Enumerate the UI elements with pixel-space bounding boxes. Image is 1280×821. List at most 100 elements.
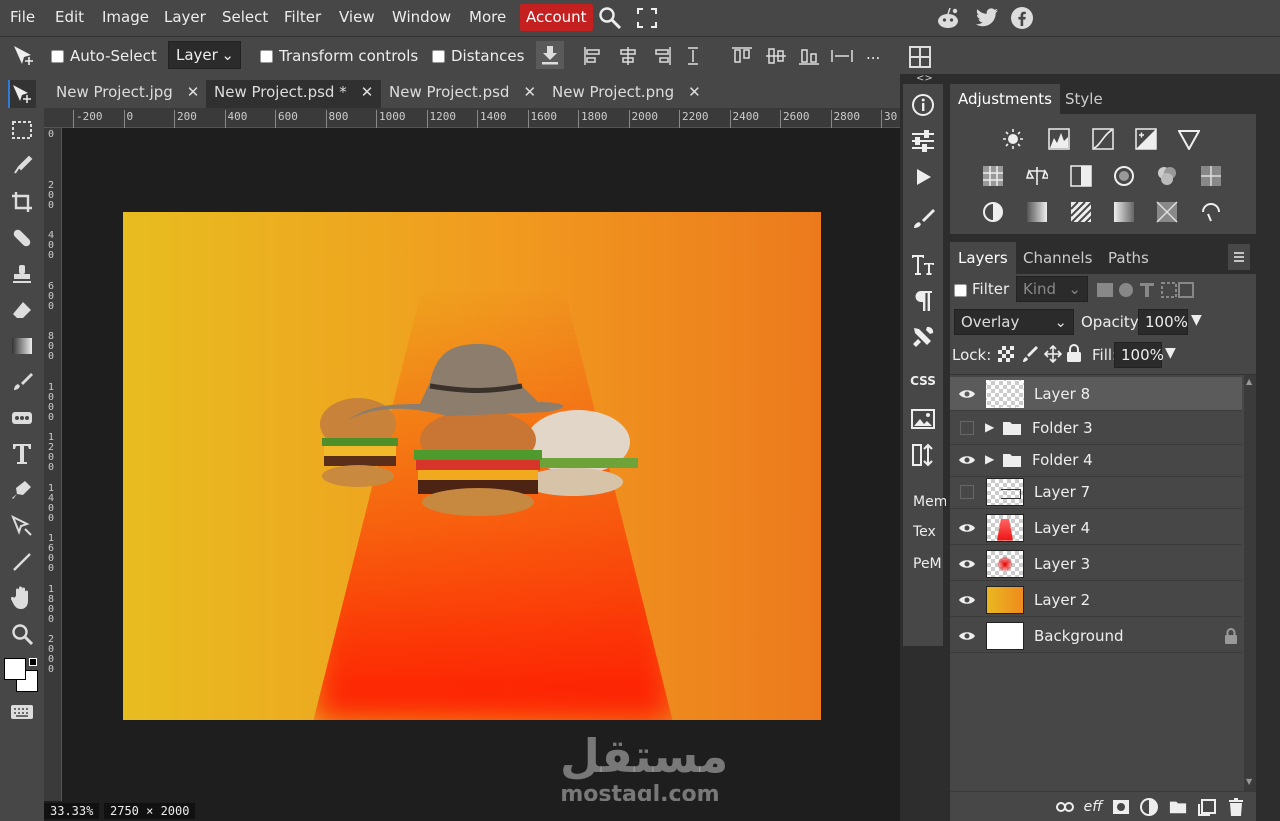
layer-row-folder-3[interactable]: ▶ Folder 3 bbox=[950, 411, 1242, 445]
account-button[interactable]: Account bbox=[520, 4, 593, 31]
align-right-icon[interactable] bbox=[652, 46, 672, 70]
threshold-icon[interactable] bbox=[1070, 201, 1092, 223]
channel-mixer-icon[interactable] bbox=[1156, 165, 1178, 187]
menu-window[interactable]: Window bbox=[392, 8, 451, 26]
color-lookup-icon[interactable] bbox=[1200, 165, 1222, 187]
lasso-tool[interactable] bbox=[8, 152, 36, 180]
gradient-map-icon[interactable] bbox=[1113, 201, 1135, 223]
menu-edit[interactable]: Edit bbox=[55, 8, 84, 26]
filter-checkbox[interactable] bbox=[954, 284, 967, 297]
reddit-icon[interactable] bbox=[936, 7, 960, 33]
tab-layers[interactable]: Layers bbox=[950, 242, 1016, 274]
vibrance-icon[interactable] bbox=[1178, 128, 1200, 150]
marquee-tool[interactable] bbox=[8, 116, 36, 144]
layer-row-layer-8[interactable]: Layer 8 bbox=[950, 377, 1242, 411]
kind-select[interactable]: Kind ⌄ bbox=[1016, 276, 1088, 302]
layer-row-layer-4[interactable]: Layer 4 bbox=[950, 511, 1242, 545]
eye-icon[interactable] bbox=[958, 519, 976, 537]
search-icon[interactable] bbox=[598, 6, 622, 34]
visibility-toggle[interactable] bbox=[960, 484, 974, 499]
tab-paths[interactable]: Paths bbox=[1108, 249, 1149, 267]
layer-select[interactable]: Layer ⌄ bbox=[168, 41, 241, 69]
brush-tool[interactable] bbox=[8, 368, 36, 396]
pem-panel-button[interactable]: PeM bbox=[913, 556, 942, 572]
info-icon[interactable] bbox=[903, 90, 943, 120]
invert-icon[interactable] bbox=[982, 201, 1004, 223]
text-panel-button[interactable]: Tex bbox=[913, 524, 936, 540]
levels-icon[interactable] bbox=[1048, 128, 1070, 150]
exposure-icon[interactable] bbox=[1135, 128, 1157, 150]
close-icon[interactable]: ✕ bbox=[187, 83, 200, 101]
paragraph-icon[interactable] bbox=[903, 286, 943, 316]
gradient-tool[interactable] bbox=[8, 332, 36, 360]
distribute-horizontal-icon[interactable] bbox=[686, 46, 700, 70]
pen-tool[interactable] bbox=[8, 476, 36, 504]
lock-all-icon[interactable] bbox=[1066, 344, 1082, 366]
css-panel-button[interactable]: CSS bbox=[903, 366, 943, 396]
filter-type-icons[interactable] bbox=[1096, 280, 1194, 304]
eraser-tool[interactable] bbox=[8, 296, 36, 324]
align-top-icon[interactable] bbox=[731, 46, 753, 70]
facebook-icon[interactable] bbox=[1010, 6, 1034, 34]
crop-tool[interactable] bbox=[8, 188, 36, 216]
layer-row-layer-2[interactable]: Layer 2 bbox=[950, 583, 1242, 617]
auto-select-checkbox[interactable] bbox=[51, 49, 64, 63]
stamp-tool[interactable] bbox=[8, 260, 36, 288]
photo-filter-icon[interactable] bbox=[1113, 165, 1135, 187]
fullscreen-icon[interactable] bbox=[637, 8, 657, 32]
tab-channels[interactable]: Channels bbox=[1023, 249, 1092, 267]
keyboard-icon[interactable] bbox=[8, 698, 36, 726]
adjustments-sliders-icon[interactable] bbox=[903, 126, 943, 156]
curves-icon[interactable] bbox=[1092, 128, 1114, 150]
twitter-icon[interactable] bbox=[975, 8, 999, 32]
clone-pattern-tool[interactable] bbox=[8, 404, 36, 432]
tab-new-project-psd[interactable]: New Project.psd ✕ bbox=[381, 80, 544, 108]
expand-triangle-icon[interactable]: ▶ bbox=[985, 420, 994, 434]
fill-dropdown-icon[interactable]: ▼ bbox=[1165, 345, 1176, 361]
brightness-icon[interactable] bbox=[1002, 128, 1024, 150]
delete-layer-icon[interactable] bbox=[1227, 798, 1245, 816]
align-center-icon[interactable] bbox=[618, 46, 638, 70]
link-layers-icon[interactable] bbox=[1056, 798, 1074, 816]
tools-wrench-icon[interactable] bbox=[903, 322, 943, 352]
menu-view[interactable]: View bbox=[339, 8, 375, 26]
adjustment-layer-icon[interactable] bbox=[1140, 798, 1158, 816]
foreground-color-swatch[interactable] bbox=[4, 658, 26, 680]
tab-new-project-jpg[interactable]: New Project.jpg ✕ bbox=[48, 80, 207, 108]
tab-adjustments[interactable]: Adjustments bbox=[950, 84, 1060, 114]
layer-effects-icon[interactable]: eff bbox=[1084, 798, 1103, 816]
lock-position-icon[interactable] bbox=[1043, 344, 1063, 367]
healing-brush-tool[interactable] bbox=[8, 224, 36, 252]
distances-option[interactable]: Distances bbox=[432, 47, 524, 65]
hand-tool[interactable] bbox=[8, 584, 36, 612]
opacity-input[interactable]: 100% bbox=[1138, 309, 1188, 335]
opacity-dropdown-icon[interactable]: ▼ bbox=[1191, 312, 1202, 328]
close-icon[interactable]: ✕ bbox=[361, 83, 374, 101]
new-folder-icon[interactable] bbox=[1169, 798, 1187, 816]
replace-color-icon[interactable] bbox=[1200, 201, 1222, 223]
transform-controls-option[interactable]: Transform controls bbox=[260, 47, 418, 65]
layer-row-background[interactable]: Background bbox=[950, 619, 1242, 653]
panel-menu-icon[interactable] bbox=[1228, 244, 1250, 270]
menu-select[interactable]: Select bbox=[222, 8, 268, 26]
distances-checkbox[interactable] bbox=[432, 49, 445, 63]
zoom-tool[interactable] bbox=[8, 620, 36, 648]
add-mask-icon[interactable] bbox=[1112, 798, 1130, 816]
lock-transparency-icon[interactable] bbox=[998, 346, 1014, 366]
eye-icon[interactable] bbox=[958, 627, 976, 645]
menu-more[interactable]: More bbox=[469, 8, 506, 26]
visibility-toggle[interactable] bbox=[960, 420, 974, 435]
menu-filter[interactable]: Filter bbox=[284, 8, 321, 26]
align-bottom-icon[interactable] bbox=[798, 46, 820, 70]
menu-image[interactable]: Image bbox=[102, 8, 149, 26]
layers-scrollbar[interactable]: ▲ ▼ bbox=[1244, 375, 1256, 792]
character-icon[interactable] bbox=[903, 250, 943, 280]
collapse-left-toggle[interactable]: <> bbox=[916, 73, 933, 84]
tab-style[interactable]: Style bbox=[1065, 90, 1103, 108]
transform-controls-checkbox[interactable] bbox=[260, 49, 273, 63]
menu-file[interactable]: File bbox=[10, 8, 35, 26]
auto-select-option[interactable]: Auto-Select bbox=[51, 47, 157, 65]
posterize-icon[interactable] bbox=[1026, 201, 1048, 223]
grid-icon[interactable] bbox=[908, 45, 932, 73]
scroll-down-arrow-icon[interactable]: ▼ bbox=[1246, 777, 1252, 786]
